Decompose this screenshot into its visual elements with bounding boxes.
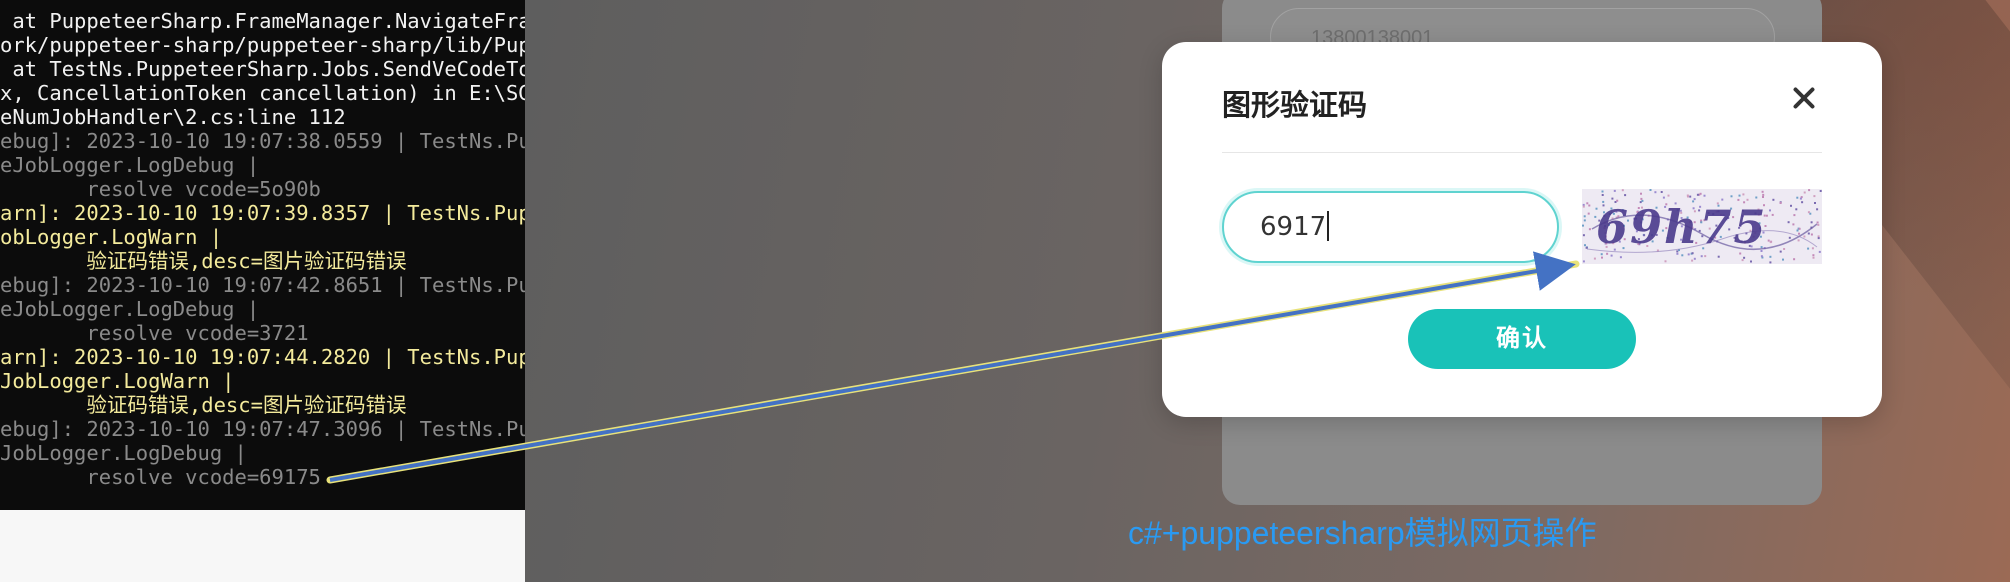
console-line: ork/puppeteer-sharp/puppeteer-sharp/lib/… — [0, 33, 525, 57]
console-line: resolve vcode=3721 — [0, 321, 309, 345]
text-caret — [1327, 210, 1330, 241]
console-line: arn]: 2023-10-10 19:07:44.2820 | TestNs.… — [0, 345, 525, 369]
dialog-title: 图形验证码 — [1222, 90, 1368, 122]
console-line: eJobLogger.LogDebug | — [0, 297, 260, 321]
captcha-text: 69h75 — [1596, 200, 1767, 254]
video-caption: c#+puppeteersharp模拟网页操作 — [1128, 515, 1597, 551]
captcha-dialog: 图形验证码 6917 69h75 确认 — [1162, 42, 1882, 417]
console-line: ebug]: 2023-10-10 19:07:42.8651 | TestNs… — [0, 273, 525, 297]
console-line: ebug]: 2023-10-10 19:07:47.3096 | TestNs… — [0, 417, 525, 441]
console-window: at PuppeteerSharp.FrameManager.NavigateF… — [0, 0, 525, 510]
divider — [1222, 152, 1822, 153]
console-line: 验证码错误,desc=图片验证码错误 — [0, 249, 407, 273]
captcha-input-value: 6917 — [1260, 212, 1327, 242]
console-line: eNumJobHandler\2.cs:line 112 — [0, 105, 346, 129]
console-line: JobLogger.LogWarn | — [0, 369, 235, 393]
captcha-graphic: 69h75 — [1582, 189, 1822, 264]
captcha-image[interactable]: 69h75 — [1582, 189, 1822, 264]
console-line: obLogger.LogWarn | — [0, 225, 223, 249]
confirm-button[interactable]: 确认 — [1408, 309, 1636, 369]
console-log: at PuppeteerSharp.FrameManager.NavigateF… — [0, 9, 525, 489]
console-line: at PuppeteerSharp.FrameManager.NavigateF… — [0, 9, 525, 33]
console-line: JobLogger.LogDebug | — [0, 441, 247, 465]
console-line: at TestNs.PuppeteerSharp.Jobs.SendVeCode… — [0, 57, 525, 81]
console-line: eJobLogger.LogDebug | — [0, 153, 260, 177]
console-line: resolve vcode=5o90b — [0, 177, 321, 201]
console-line: x, CancellationToken cancellation) in E:… — [0, 81, 525, 105]
console-line: arn]: 2023-10-10 19:07:39.8357 | TestNs.… — [0, 201, 525, 225]
console-line: ebug]: 2023-10-10 19:07:38.0559 | TestNs… — [0, 129, 525, 153]
console-line: resolve vcode=69175 — [0, 465, 321, 489]
captcha-input[interactable]: 6917 — [1222, 191, 1559, 263]
close-icon[interactable] — [1788, 82, 1820, 114]
console-line: 验证码错误,desc=图片验证码错误 — [0, 393, 407, 417]
console-footer — [0, 510, 525, 582]
